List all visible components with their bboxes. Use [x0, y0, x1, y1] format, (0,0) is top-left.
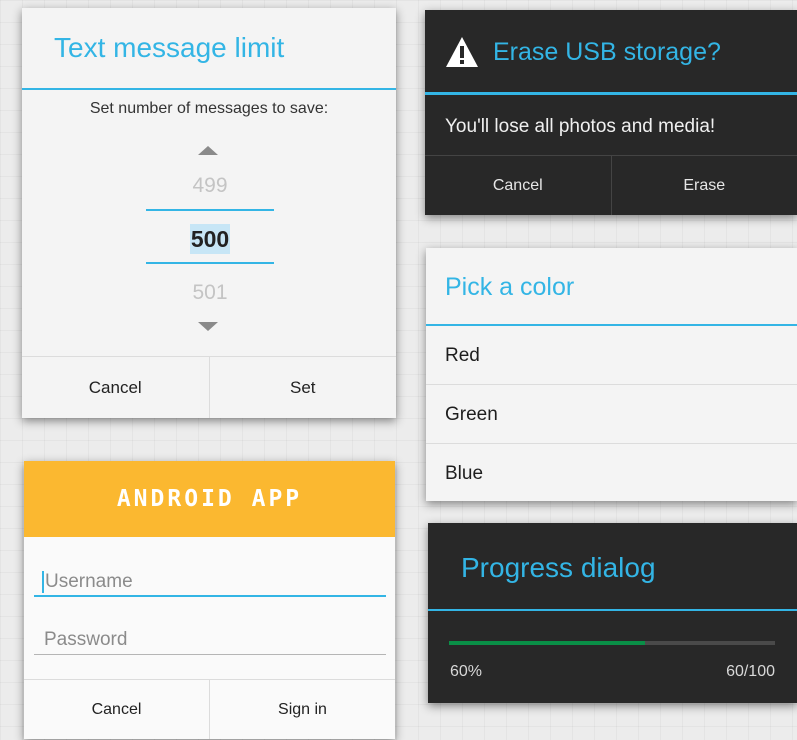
title-divider	[425, 92, 797, 95]
list-item-blue[interactable]: Blue	[426, 444, 797, 501]
next-value[interactable]: 501	[146, 281, 274, 305]
selection-divider-bottom	[146, 262, 274, 264]
button-bar: Cancel Set	[22, 356, 396, 418]
current-value-wrapper: 500	[146, 224, 274, 254]
sign-in-button[interactable]: Sign in	[209, 680, 395, 739]
decrement-arrow-icon[interactable]	[198, 322, 218, 331]
username-placeholder: Username	[45, 571, 133, 592]
previous-value[interactable]: 499	[146, 174, 274, 198]
dialog-message: You'll lose all photos and media!	[445, 116, 716, 137]
erase-usb-dialog: Erase USB storage? You'll lose all photo…	[425, 10, 797, 215]
text-cursor	[42, 571, 44, 593]
password-placeholder: Password	[44, 629, 128, 650]
cancel-button[interactable]: Cancel	[22, 357, 209, 418]
color-picker-dialog: Pick a color Red Green Blue	[426, 248, 797, 501]
increment-arrow-icon[interactable]	[198, 146, 218, 155]
progress-fill	[449, 641, 645, 645]
title-row: Erase USB storage?	[445, 36, 721, 68]
list-item-green[interactable]: Green	[426, 385, 797, 444]
erase-button[interactable]: Erase	[610, 156, 797, 215]
warning-icon	[446, 37, 478, 67]
dialog-title: Text message limit	[54, 32, 285, 63]
login-dialog: ANDROID APP Username Password Cancel Sig…	[24, 461, 395, 739]
selection-divider-top	[146, 209, 274, 211]
title-divider	[22, 88, 396, 90]
set-button[interactable]: Set	[208, 357, 397, 418]
progress-count: 60/100	[726, 663, 775, 680]
button-bar: Cancel Erase	[425, 155, 797, 215]
number-picker-dialog: Text message limit Set number of message…	[22, 8, 396, 418]
brand-logo: ANDROID APP	[116, 486, 303, 512]
dialog-title: Progress dialog	[461, 552, 656, 583]
button-bar: Cancel Sign in	[24, 679, 395, 739]
cancel-button[interactable]: Cancel	[425, 156, 611, 215]
password-field[interactable]: Password	[34, 623, 386, 655]
progress-percent: 60%	[450, 663, 483, 680]
progress-track	[449, 641, 775, 645]
brand-header: ANDROID APP	[24, 461, 395, 537]
current-value[interactable]: 500	[189, 224, 231, 254]
username-field[interactable]: Username	[34, 565, 386, 597]
dialog-prompt: Set number of messages to save:	[89, 100, 329, 117]
list-item-red[interactable]: Red	[426, 326, 797, 385]
color-list: Red Green Blue	[426, 326, 797, 501]
title-divider	[428, 609, 797, 611]
progress-dialog: Progress dialog 60% 60/100	[428, 523, 797, 703]
dialog-title: Pick a color	[445, 273, 575, 301]
cancel-button[interactable]: Cancel	[24, 680, 209, 739]
dialog-title: Erase USB storage?	[493, 37, 721, 66]
